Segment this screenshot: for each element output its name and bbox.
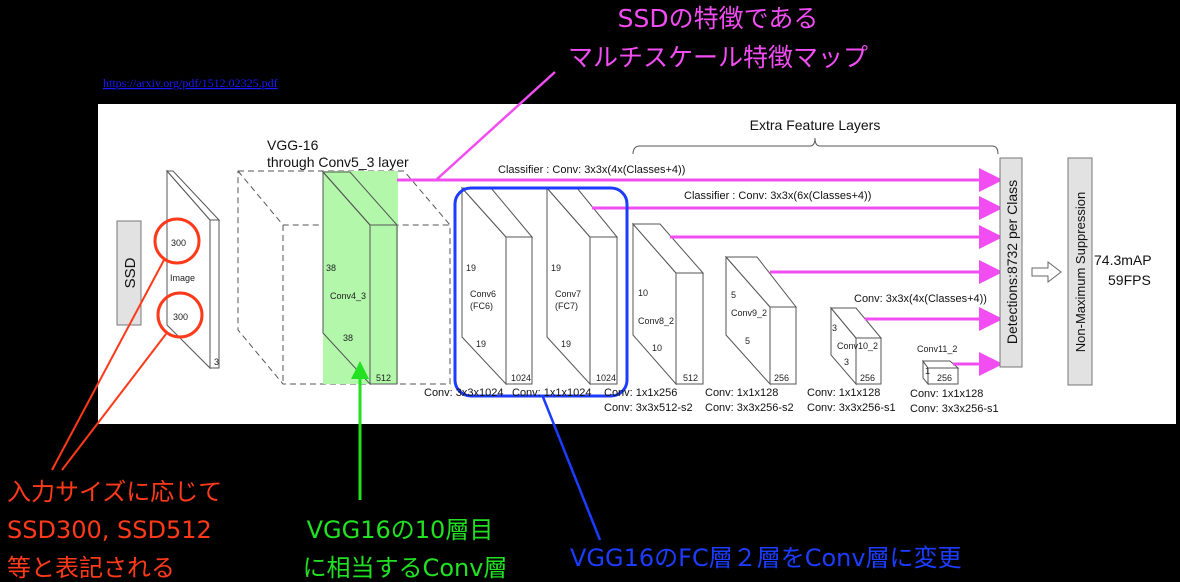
- slab-label: 3: [214, 357, 219, 367]
- side-face: [589, 236, 618, 385]
- slab-label: 5: [731, 290, 736, 300]
- slab-label: 256: [937, 373, 952, 383]
- slab-label: Conv8_2: [638, 316, 674, 326]
- slab-label: Conv6: [470, 289, 496, 299]
- headline-line2: マルチスケール特徴マップ: [568, 43, 868, 72]
- slab-label: 1024: [511, 373, 531, 383]
- slab-label: Image: [170, 273, 195, 283]
- slab-label: 19: [551, 263, 561, 273]
- op-conv7: Conv: 1x1x1024: [512, 387, 592, 399]
- green-note-line1: VGG16の10層目: [307, 516, 494, 544]
- slab-label: 5: [745, 336, 750, 346]
- side-face: [505, 236, 533, 385]
- red-note-line1: 入力サイズに応じて: [7, 478, 222, 506]
- fps-value: 59FPS: [1108, 272, 1151, 288]
- slab-label: 512: [683, 373, 698, 383]
- slab-label: 38: [326, 263, 336, 273]
- slab-label: 512: [376, 373, 391, 383]
- op-conv6: Conv: 3x3x1024: [424, 387, 504, 399]
- slab-label: Conv10_2: [837, 341, 878, 351]
- vgg-title: VGG-16: [267, 137, 319, 153]
- side-face: [675, 272, 704, 385]
- vgg-subtitle: through Conv5_3 layer: [267, 154, 409, 170]
- slab-label: 3: [844, 357, 849, 367]
- detections-label: Detections:8732 per Class: [1004, 180, 1020, 344]
- slab-label: 19: [476, 339, 486, 349]
- slab-label: 10: [652, 343, 662, 353]
- slab-label: 38: [343, 333, 353, 343]
- op-conv8-a: Conv: 1x1x256: [604, 387, 677, 399]
- blue-note: VGG16のFC層２層をConv層に変更: [570, 544, 962, 572]
- slab-label: (FC7): [555, 301, 578, 311]
- op-conv10-a: Conv: 1x1x128: [807, 387, 880, 399]
- nms-label: Non-Maximum Suppression: [1073, 192, 1088, 352]
- op-conv9-a: Conv: 1x1x128: [705, 387, 778, 399]
- slab-label: 1024: [596, 373, 616, 383]
- extra-layers-title: Extra Feature Layers: [750, 117, 881, 133]
- slab-label: Conv11_2: [917, 344, 957, 354]
- headline-line1: SSDの特徴である: [618, 4, 819, 33]
- classifier-2-label: Classifier : Conv: 3x3x(6x(Classes+4)): [684, 190, 871, 202]
- green-note-line2: に相当するConv層: [303, 554, 508, 582]
- op-conv8-b: Conv: 3x3x512-s2: [604, 402, 693, 414]
- slab-label: Conv7: [555, 289, 581, 299]
- slab-label: 19: [561, 339, 571, 349]
- op-conv11-b: Conv: 3x3x256-s1: [910, 403, 999, 415]
- slab-label: (FC6): [470, 301, 493, 311]
- slab-label: Conv4_3: [330, 291, 366, 301]
- ssd-architecture-slide: SSDの特徴である マルチスケール特徴マップ https://arxiv.org…: [7, 4, 1176, 582]
- map-value: 74.3mAP: [1094, 252, 1152, 268]
- slab-label: 19: [466, 263, 476, 273]
- red-note-line3: 等と表記される: [7, 554, 175, 582]
- op-conv10-b: Conv: 3x3x256-s1: [807, 402, 896, 414]
- source-link[interactable]: https://arxiv.org/pdf/1512.02325.pdf: [103, 76, 278, 90]
- classifier-3-label: Conv: 3x3x(4x(Classes+4)): [854, 293, 987, 305]
- slab-label: Conv9_2: [731, 308, 767, 318]
- red-note-line2: SSD300, SSD512: [7, 516, 212, 544]
- slab-label: 10: [638, 288, 648, 298]
- op-conv11-a: Conv: 1x1x128: [910, 388, 983, 400]
- side-face: [209, 219, 220, 369]
- conv4-3-highlight: [323, 171, 398, 384]
- slab-label: 3: [832, 323, 837, 333]
- op-conv9-b: Conv: 3x3x256-s2: [705, 402, 794, 414]
- conv11-2-slab: Conv11_2 1 256: [917, 344, 960, 386]
- slab-label: 256: [860, 373, 875, 383]
- slab-label: 1: [925, 366, 930, 376]
- slab-label: 256: [774, 373, 789, 383]
- slab-label: 300: [173, 312, 188, 322]
- classifier-1-label: Classifier : Conv: 3x3x(4x(Classes+4)): [498, 164, 685, 176]
- ssd-label: SSD: [122, 257, 139, 288]
- slab-label: 300: [171, 238, 186, 248]
